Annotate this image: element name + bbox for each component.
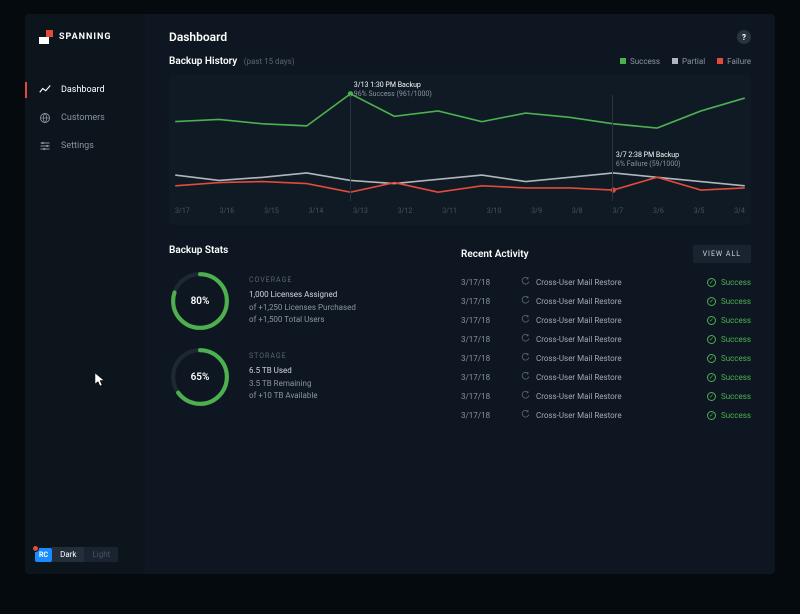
activity-status: ✓Success bbox=[707, 297, 751, 306]
refresh-icon bbox=[521, 277, 530, 288]
activity-row[interactable]: 3/17/18 Cross-User Mail Restore ✓Success bbox=[461, 349, 751, 368]
help-icon[interactable]: ? bbox=[737, 30, 751, 44]
activity-status: ✓Success bbox=[707, 392, 751, 401]
activity-desc-text: Cross-User Mail Restore bbox=[536, 411, 622, 420]
theme-switcher: RC Dark Light bbox=[35, 547, 118, 562]
sidebar: SPANNING Dashboard Customers Settings RC D… bbox=[25, 14, 145, 574]
sidebar-item-label: Dashboard bbox=[61, 85, 105, 95]
page-title: Dashboard bbox=[169, 30, 227, 44]
rc-badge: RC bbox=[35, 548, 52, 562]
theme-light-button[interactable]: Light bbox=[84, 547, 118, 562]
chart-tick: 3/13 bbox=[353, 207, 368, 215]
backup-history-chart: 3/17 3/16 3/15 3/14 3/13 3/12 3/11 3/10 3/9 3/8 3/… bbox=[169, 75, 751, 225]
main: Dashboard ? Backup History (past 15 days… bbox=[145, 14, 775, 574]
activity-date: 3/17/18 bbox=[461, 278, 509, 287]
activity-date: 3/17/18 bbox=[461, 354, 509, 363]
legend-item: Partial bbox=[672, 57, 705, 66]
refresh-icon bbox=[521, 353, 530, 364]
activity-desc-text: Cross-User Mail Restore bbox=[536, 316, 622, 325]
activity-desc-text: Cross-User Mail Restore bbox=[536, 373, 622, 382]
sidebar-item-dashboard[interactable]: Dashboard bbox=[25, 76, 145, 104]
chart-tick: 3/10 bbox=[487, 207, 502, 215]
globe-icon bbox=[39, 112, 51, 124]
chart-tick: 3/16 bbox=[220, 207, 235, 215]
chart-tick: 3/12 bbox=[398, 207, 413, 215]
activity-row[interactable]: 3/17/18 Cross-User Mail Restore ✓Success bbox=[461, 387, 751, 406]
coverage-stat: 80% COVERAGE 1,000 Licenses Assigned of … bbox=[169, 270, 429, 332]
check-icon: ✓ bbox=[707, 335, 716, 344]
refresh-icon bbox=[521, 372, 530, 383]
activity-status: ✓Success bbox=[707, 316, 751, 325]
activity-date: 3/17/18 bbox=[461, 316, 509, 325]
activity-row[interactable]: 3/17/18 Cross-User Mail Restore ✓Success bbox=[461, 311, 751, 330]
chart-tick: 3/15 bbox=[264, 207, 279, 215]
check-icon: ✓ bbox=[707, 392, 716, 401]
header: Dashboard ? bbox=[145, 14, 775, 56]
sidebar-item-label: Customers bbox=[61, 113, 105, 123]
chart-tick: 3/9 bbox=[531, 207, 542, 215]
stats-title: Backup Stats bbox=[169, 245, 429, 256]
chart-subtitle: (past 15 days) bbox=[244, 57, 295, 66]
trend-icon bbox=[39, 84, 51, 96]
chart-tick: 3/14 bbox=[309, 207, 324, 215]
activity-status: ✓Success bbox=[707, 373, 751, 382]
chart-title: Backup History bbox=[169, 56, 237, 67]
chart-legend: Success Partial Failure bbox=[620, 57, 751, 66]
activity-desc-text: Cross-User Mail Restore bbox=[536, 335, 622, 344]
legend-item: Failure bbox=[717, 57, 751, 66]
check-icon: ✓ bbox=[707, 316, 716, 325]
activity-row[interactable]: 3/17/18 Cross-User Mail Restore ✓Success bbox=[461, 406, 751, 425]
sidebar-item-settings[interactable]: Settings bbox=[25, 132, 145, 160]
storage-stat: 65% STORAGE 6.5 TB Used 3.5 TB Remaining… bbox=[169, 346, 429, 408]
brand-logo: SPANNING bbox=[25, 14, 145, 60]
theme-dark-button[interactable]: Dark bbox=[52, 547, 84, 562]
check-icon: ✓ bbox=[707, 278, 716, 287]
refresh-icon bbox=[521, 334, 530, 345]
refresh-icon bbox=[521, 410, 530, 421]
brand-name: SPANNING bbox=[59, 32, 111, 42]
chart-tick: 3/6 bbox=[653, 207, 664, 215]
chart-tick: 3/11 bbox=[442, 207, 457, 215]
activity-status: ✓Success bbox=[707, 354, 751, 363]
activity-date: 3/17/18 bbox=[461, 411, 509, 420]
sidebar-item-customers[interactable]: Customers bbox=[25, 104, 145, 132]
activity-desc-text: Cross-User Mail Restore bbox=[536, 354, 622, 363]
activity-status: ✓Success bbox=[707, 411, 751, 420]
logo-icon bbox=[39, 30, 53, 44]
check-icon: ✓ bbox=[707, 354, 716, 363]
activity-desc-text: Cross-User Mail Restore bbox=[536, 392, 622, 401]
refresh-icon bbox=[521, 391, 530, 402]
check-icon: ✓ bbox=[707, 373, 716, 382]
chart-tick: 3/4 bbox=[734, 207, 745, 215]
refresh-icon bbox=[521, 315, 530, 326]
view-all-button[interactable]: VIEW ALL bbox=[693, 245, 751, 263]
activity-row[interactable]: 3/17/18 Cross-User Mail Restore ✓Success bbox=[461, 292, 751, 311]
sidebar-nav: Dashboard Customers Settings bbox=[25, 76, 145, 160]
activity-desc-text: Cross-User Mail Restore bbox=[536, 297, 622, 306]
activity-status: ✓Success bbox=[707, 335, 751, 344]
activity-date: 3/17/18 bbox=[461, 297, 509, 306]
activity-row[interactable]: 3/17/18 Cross-User Mail Restore ✓Success bbox=[461, 273, 751, 292]
activity-row[interactable]: 3/17/18 Cross-User Mail Restore ✓Success bbox=[461, 368, 751, 387]
chart-tick: 3/7 bbox=[612, 207, 623, 215]
activity-status: ✓Success bbox=[707, 278, 751, 287]
chart-tick: 3/8 bbox=[572, 207, 583, 215]
activity-date: 3/17/18 bbox=[461, 373, 509, 382]
check-icon: ✓ bbox=[707, 297, 716, 306]
activity-row[interactable]: 3/17/18 Cross-User Mail Restore ✓Success bbox=[461, 330, 751, 349]
activity-title: Recent Activity bbox=[461, 249, 529, 260]
legend-item: Success bbox=[620, 57, 660, 66]
chart-tick: 3/17 bbox=[175, 207, 190, 215]
storage-gauge: 65% bbox=[169, 346, 231, 408]
chart-header: Backup History (past 15 days) Success Par… bbox=[169, 56, 751, 67]
refresh-icon bbox=[521, 296, 530, 307]
chart-tick: 3/5 bbox=[694, 207, 705, 215]
coverage-gauge: 80% bbox=[169, 270, 231, 332]
activity-date: 3/17/18 bbox=[461, 335, 509, 344]
check-icon: ✓ bbox=[707, 411, 716, 420]
activity-date: 3/17/18 bbox=[461, 392, 509, 401]
sliders-icon bbox=[39, 140, 51, 152]
activity-desc-text: Cross-User Mail Restore bbox=[536, 278, 622, 287]
sidebar-item-label: Settings bbox=[61, 141, 94, 151]
